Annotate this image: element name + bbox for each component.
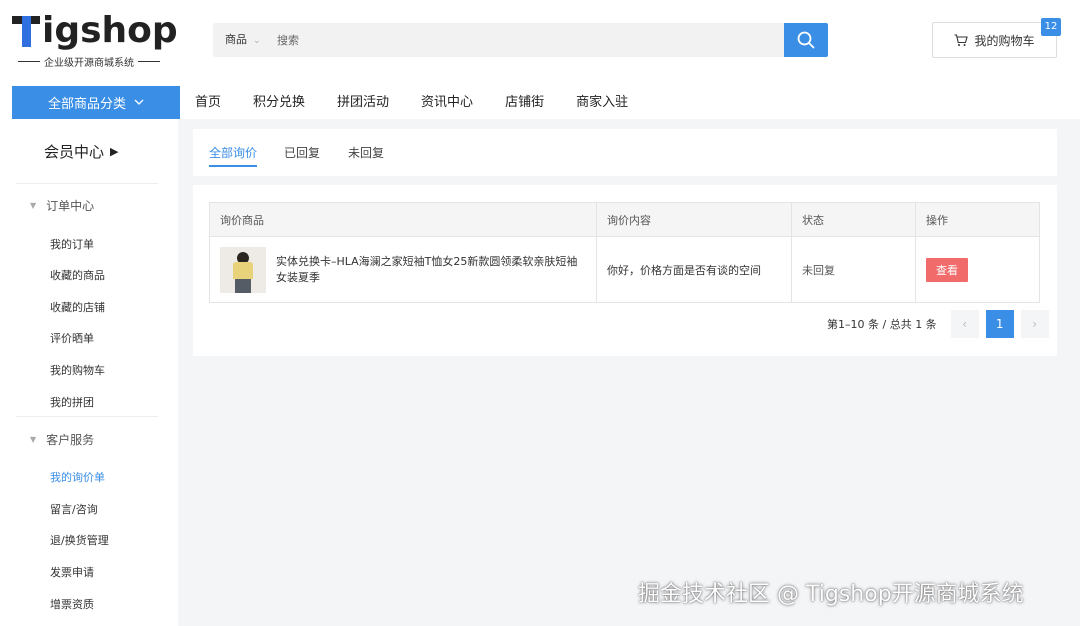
pagination-info: 第1–10 条 / 总共 1 条 — [827, 318, 937, 331]
sidebar-item-vat-qualification[interactable]: 增票资质 — [50, 596, 94, 612]
product-name[interactable]: 实体兑换卡–HLA海澜之家短袖T恤女25新款圆领柔软亲肤短袖女装夏季 — [276, 254, 588, 286]
sidebar-item-favorite-shops[interactable]: 收藏的店铺 — [50, 299, 105, 315]
cart-icon — [954, 33, 969, 46]
nav-item-points-exchange[interactable]: 积分兑换 — [253, 86, 305, 119]
search-category-label: 商品 — [225, 33, 247, 46]
tab-all-inquiries[interactable]: 全部询价 — [209, 144, 258, 167]
column-header-goods: 询价商品 — [209, 202, 597, 237]
pagination: 第1–10 条 / 总共 1 条 ‹ 1 › — [827, 310, 1056, 338]
cart-count-badge: 12 — [1041, 18, 1061, 36]
group-order-center[interactable]: ▼ 订单中心 — [30, 197, 94, 214]
table-row: 实体兑换卡–HLA海澜之家短袖T恤女25新款圆领柔软亲肤短袖女装夏季 你好，价格… — [209, 236, 1040, 303]
sidebar-item-returns[interactable]: 退/换货管理 — [50, 532, 109, 548]
column-header-status: 状态 — [791, 202, 916, 237]
group-title: 订单中心 — [46, 199, 95, 213]
status-cell: 未回复 — [791, 236, 916, 303]
group-customer-service[interactable]: ▼ 客户服务 — [30, 431, 94, 448]
sidebar-item-favorite-goods[interactable]: 收藏的商品 — [50, 267, 105, 283]
sidebar-item-my-cart[interactable]: 我的购物车 — [50, 362, 105, 378]
content-panel: 询价商品 询价内容 状态 操作 实体兑换卡–HLA海澜之家短袖T恤女25新款圆领… — [193, 185, 1057, 356]
nav-item-shop-street[interactable]: 店铺街 — [505, 86, 544, 119]
product-thumbnail[interactable] — [220, 246, 266, 293]
logo-t-mark — [12, 13, 42, 49]
tab-unreplied[interactable]: 未回复 — [348, 144, 384, 165]
divider — [16, 416, 158, 417]
chevron-down-icon: ⌄ — [253, 36, 261, 46]
column-header-action: 操作 — [915, 202, 1040, 237]
search-button[interactable] — [784, 23, 828, 57]
goods-cell: 实体兑换卡–HLA海澜之家短袖T恤女25新款圆领柔软亲肤短袖女装夏季 — [209, 236, 597, 303]
caret-down-icon: ▼ — [30, 201, 37, 210]
cart-button[interactable]: 我的购物车 — [932, 22, 1057, 58]
inquiry-table: 询价商品 询价内容 状态 操作 实体兑换卡–HLA海澜之家短袖T恤女25新款圆领… — [209, 202, 1040, 303]
divider — [16, 183, 158, 184]
sidebar-item-messages[interactable]: 留言/咨询 — [50, 501, 98, 517]
search-input[interactable] — [271, 23, 771, 57]
search-category-select[interactable]: 商品 ⌄ — [225, 23, 261, 57]
sidebar: 会员中心 ▶ ▼ 订单中心 我的订单 收藏的商品 收藏的店铺 评价晒单 我的购物车 … — [0, 119, 178, 626]
nav-item-group-buy[interactable]: 拼团活动 — [337, 86, 389, 119]
nav-item-news[interactable]: 资讯中心 — [421, 86, 473, 119]
logo[interactable]: igshop 企业级开源商城系统 — [12, 10, 182, 69]
all-categories-button[interactable]: 全部商品分类 — [12, 86, 180, 119]
nav-item-merchant-join[interactable]: 商家入驻 — [576, 86, 628, 119]
prev-page-button[interactable]: ‹ — [950, 310, 979, 338]
search-bar: 商品 ⌄ — [213, 23, 828, 57]
logo-brand: igshop — [42, 10, 178, 51]
main-nav: 首页 积分兑换 拼团活动 资讯中心 店铺街 商家入驻 — [195, 86, 660, 119]
sidebar-item-my-group-buy[interactable]: 我的拼团 — [50, 394, 94, 410]
chevron-down-icon — [134, 99, 144, 105]
logo-tagline: 企业级开源商城系统 — [44, 58, 134, 69]
tab-replied[interactable]: 已回复 — [284, 144, 320, 165]
next-page-button[interactable]: › — [1020, 310, 1049, 338]
sidebar-item-my-orders[interactable]: 我的订单 — [50, 236, 94, 252]
sidebar-item-invoice-request[interactable]: 发票申请 — [50, 564, 94, 580]
tabs-panel: 全部询价 已回复 未回复 — [193, 129, 1057, 176]
view-button[interactable]: 查看 — [926, 257, 968, 282]
action-cell: 查看 — [915, 236, 1040, 303]
sidebar-item-my-inquiries[interactable]: 我的询价单 — [50, 469, 105, 485]
search-icon — [797, 31, 815, 49]
nav-item-home[interactable]: 首页 — [195, 86, 221, 119]
watermark: 掘金技术社区 @ Tigshop开源商城系统 — [638, 582, 1024, 607]
content-cell: 你好，价格方面是否有谈的空间 — [596, 236, 792, 303]
page-button-current[interactable]: 1 — [985, 310, 1014, 338]
cart-label: 我的购物车 — [974, 33, 1035, 48]
caret-right-icon: ▶ — [110, 145, 119, 158]
member-center-label: 会员中心 — [44, 143, 105, 161]
member-center-link[interactable]: 会员中心 ▶ — [44, 141, 118, 162]
all-categories-label: 全部商品分类 — [47, 97, 126, 112]
column-header-content: 询价内容 — [596, 202, 792, 237]
group-title: 客户服务 — [46, 433, 95, 447]
sidebar-item-reviews[interactable]: 评价晒单 — [50, 330, 94, 346]
caret-down-icon: ▼ — [30, 435, 37, 444]
header: igshop 企业级开源商城系统 商品 ⌄ 我的购物车 12 全部商品分类 首页 … — [0, 0, 1080, 119]
